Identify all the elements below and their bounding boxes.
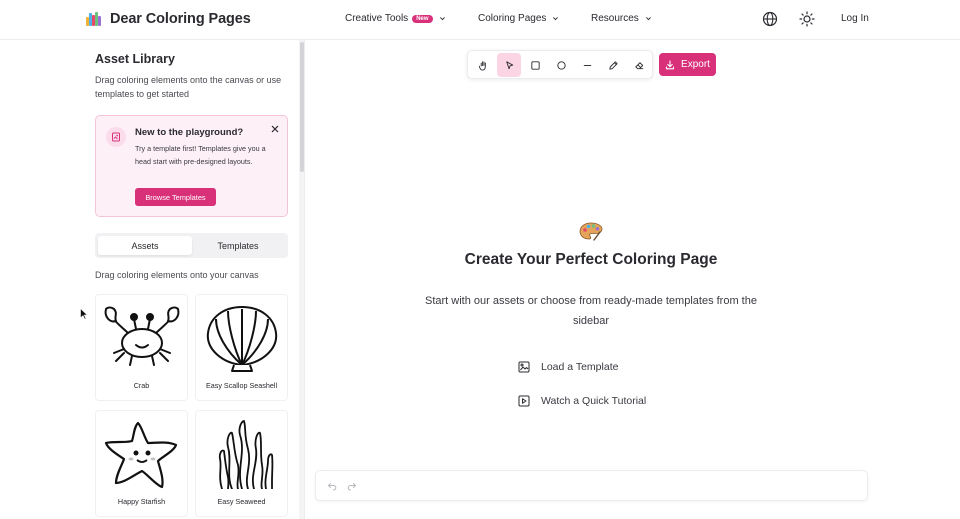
template-promo-card: New to the playground? Try a template fi… [95,115,288,217]
login-link[interactable]: Log In [841,13,869,24]
drag-hint: Drag coloring elements onto your canvas [95,270,259,280]
pointer-icon [505,60,513,69]
hand-tool[interactable] [471,53,495,77]
nav-coloring-pages[interactable]: Coloring Pages [478,13,559,24]
logo[interactable]: Dear Coloring Pages [86,11,251,27]
asset-card-seaweed[interactable]: Easy Seaweed [195,410,288,517]
chevron-down-icon [645,17,651,21]
asset-label: Easy Scallop Seashell [205,381,278,390]
new-badge: New [412,14,433,23]
sun-icon[interactable] [799,11,815,27]
crab-icon [104,306,180,366]
palette-icon [579,222,603,241]
sidebar-tabs: Assets Templates [95,233,288,258]
sidebar-scrollbar-thumb[interactable] [300,42,304,172]
asset-card-starfish[interactable]: Happy Starfish [95,410,188,517]
image-icon [518,361,530,373]
asset-library-description: Drag coloring elements onto the canvas o… [95,75,282,99]
select-tool[interactable] [497,53,521,77]
nav-creative-tools[interactable]: Creative Tools New [345,13,446,24]
top-header: Dear Coloring Pages Creative Tools New C… [0,0,960,40]
watch-tutorial-action[interactable]: Watch a Quick Tutorial [518,395,646,407]
eraser-tool[interactable] [627,53,651,77]
pencil-tool[interactable] [601,53,625,77]
seashell-icon [206,306,278,372]
drawing-canvas[interactable]: Export Create Your Perfect Coloring Page… [306,40,960,519]
globe-icon[interactable] [762,11,778,27]
rectangle-tool[interactable] [523,53,547,77]
pencil-icon [608,60,618,70]
asset-card-seashell[interactable]: Easy Scallop Seashell [195,294,288,401]
redo-icon[interactable] [347,481,357,491]
asset-label: Happy Starfish [117,497,166,506]
nav-label: Resources [591,13,639,24]
close-icon[interactable] [270,124,280,134]
canvas-title: Create Your Perfect Coloring Page [464,251,718,268]
undo-icon[interactable] [327,481,337,491]
circle-icon [556,60,566,70]
asset-label: Easy Seaweed [217,497,266,506]
template-file-icon [106,127,126,147]
chevron-down-icon [553,17,559,21]
mouse-cursor-icon [80,308,88,320]
load-template-action[interactable]: Load a Template [518,361,618,373]
promo-title: New to the playground? [135,127,244,138]
hand-icon [478,60,486,71]
eraser-icon [634,61,643,69]
line-tool[interactable] [575,53,599,77]
asset-label: Crab [133,381,150,390]
drawing-toolbar [467,50,653,79]
circle-tool[interactable] [549,53,573,77]
rectangle-icon [530,60,540,70]
promo-text: Try a template first! Templates give you… [135,144,266,166]
load-template-label: Load a Template [541,361,619,373]
watch-tutorial-label: Watch a Quick Tutorial [541,395,647,407]
play-icon [518,395,530,407]
line-icon [583,64,591,66]
canvas-subtitle: Start with our assets or choose from rea… [425,295,757,327]
asset-card-crab[interactable]: Crab [95,294,188,401]
browse-templates-button[interactable]: Browse Templates [135,188,216,206]
export-label: Export [681,59,710,70]
asset-library-title: Asset Library [95,52,175,66]
logo-mark-icon [86,12,101,26]
export-button[interactable]: Export [659,53,716,76]
chevron-down-icon [439,17,445,21]
starfish-icon [104,421,178,489]
nav-label: Creative Tools [345,13,409,24]
nav-label: Coloring Pages [478,13,547,24]
nav-resources[interactable]: Resources [591,13,652,24]
seaweed-icon [218,420,274,489]
logo-text: Dear Coloring Pages [110,11,251,27]
tab-templates[interactable]: Templates [191,236,285,255]
history-bar [315,470,868,501]
tab-assets[interactable]: Assets [98,236,192,255]
asset-sidebar: Asset Library Drag coloring elements ont… [0,40,305,519]
download-icon [665,59,675,69]
